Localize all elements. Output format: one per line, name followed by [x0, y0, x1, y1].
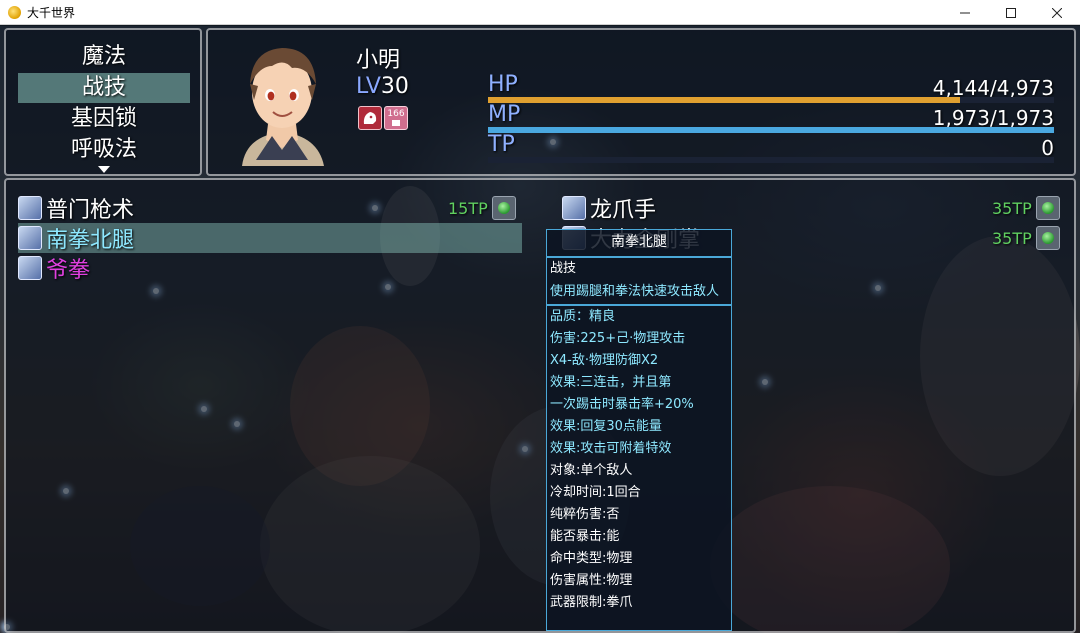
skill-name: 普门枪术: [46, 198, 135, 223]
close-button[interactable]: [1034, 0, 1080, 25]
level-label: LV: [356, 74, 381, 99]
state-badge-count: 166: [387, 109, 405, 119]
skill-item[interactable]: 爷拳: [18, 253, 522, 283]
skill-item[interactable]: 普门枪术: [18, 193, 522, 223]
state-lion-icon: [358, 106, 382, 130]
claw-skill-icon: [562, 196, 586, 220]
spear-skill-icon: [18, 196, 42, 220]
game-screen: 魔法 战技 基因锁 呼吸法 小明 LV30 166 HP 4,144/4,973…: [0, 26, 1080, 633]
tooltip-line: 对象:单个敌人: [550, 463, 633, 478]
skill-item[interactable]: 龙爪手: [562, 193, 1062, 223]
actor-name: 小明: [356, 48, 401, 73]
app-icon: [8, 5, 21, 19]
tooltip-line: 命中类型:物理: [550, 551, 633, 566]
skill-tooltip: 南拳北腿 战技 使用踢腿和拳法快速攻击敌人 品质：精良 伤害:225+己·物理攻…: [546, 229, 732, 631]
menu-item-magic[interactable]: 魔法: [18, 42, 190, 72]
window-titlebar: 大千世界: [0, 0, 1080, 25]
actor-level: LV30: [356, 74, 409, 99]
mp-gauge-fill: [488, 127, 1054, 133]
hp-label: HP: [488, 72, 518, 97]
tooltip-type: 战技: [550, 261, 577, 276]
tooltip-line: 伤害:225+己·物理攻击: [550, 331, 686, 346]
scroll-down-arrow-icon[interactable]: [98, 166, 110, 173]
tooltip-line: 一次踢击时暴击率+20%: [550, 397, 694, 412]
menu-item-combat-skill[interactable]: 战技: [18, 73, 190, 103]
tooltip-attributes: 品质：精良 伤害:225+己·物理攻击 X4-敌·物理防御X2 效果:三连击，并…: [547, 306, 731, 614]
tooltip-line: 品质：精良: [550, 309, 616, 324]
skill-list-window: 普门枪术 15TP 南拳北腿 爷拳 龙爪手 35TP 大力金刚掌 35TP: [4, 178, 1076, 633]
window-title: 大千世界: [27, 5, 76, 20]
skill-name: 南拳北腿: [46, 228, 135, 253]
maximize-button[interactable]: [988, 0, 1034, 25]
level-value: 30: [380, 74, 409, 99]
mp-gauge: [488, 127, 1054, 133]
skill-cost: 35TP: [992, 225, 1060, 251]
tp-orb-icon: [1035, 196, 1060, 220]
tooltip-line: 效果:攻击可附着特效: [550, 441, 672, 456]
tp-gauge: [488, 157, 1054, 163]
window-controls: [942, 0, 1080, 25]
minimize-button[interactable]: [942, 0, 988, 25]
skill-type-menu: 魔法 战技 基因锁 呼吸法: [4, 28, 202, 176]
tooltip-line: 武器限制:拳爪: [550, 595, 633, 610]
skill-cost-value: 35TP: [992, 198, 1032, 218]
skill-name: 龙爪手: [590, 198, 657, 223]
tooltip-line: 效果:回复30点能量: [550, 419, 662, 434]
tp-label: TP: [488, 132, 515, 157]
close-icon: [1052, 7, 1062, 18]
fist-skill-icon: [18, 256, 42, 280]
menu-item-breathing[interactable]: 呼吸法: [18, 135, 190, 165]
skill-name: 爷拳: [46, 258, 91, 283]
actor-status-window: 小明 LV30 166 HP 4,144/4,973 MP 1,973/1,97…: [206, 28, 1076, 176]
tooltip-line: 效果:三连击，并且第: [550, 375, 672, 390]
maximize-icon: [1006, 7, 1016, 18]
skill-cost-value: 35TP: [992, 228, 1032, 248]
tooltip-line: X4-敌·物理防御X2: [550, 353, 659, 368]
tooltip-line: 纯粹伤害:否: [550, 507, 620, 522]
skill-cost-value: 15TP: [448, 198, 488, 218]
tooltip-description: 使用踢腿和拳法快速攻击敌人: [547, 280, 731, 306]
kick-skill-icon: [18, 226, 42, 250]
tooltip-title: 南拳北腿: [547, 230, 731, 258]
mp-label: MP: [488, 102, 521, 127]
tp-orb-icon: [1035, 226, 1060, 250]
skill-item-selected[interactable]: 南拳北腿: [18, 223, 522, 253]
hp-gauge-fill: [488, 97, 960, 103]
skill-cost: 35TP: [992, 195, 1060, 221]
actor-portrait: [242, 48, 324, 166]
skill-cost: 15TP: [448, 195, 516, 221]
menu-item-gene-lock[interactable]: 基因锁: [18, 104, 190, 134]
tooltip-line: 冷却时间:1回合: [550, 485, 641, 500]
state-badge-icon: 166: [384, 106, 408, 130]
tp-orb-icon: [491, 196, 516, 220]
tooltip-line: 能否暴击:能: [550, 529, 620, 544]
tooltip-line: 伤害属性:物理: [550, 573, 633, 588]
minimize-icon: [960, 12, 970, 13]
hp-gauge: [488, 97, 1054, 103]
